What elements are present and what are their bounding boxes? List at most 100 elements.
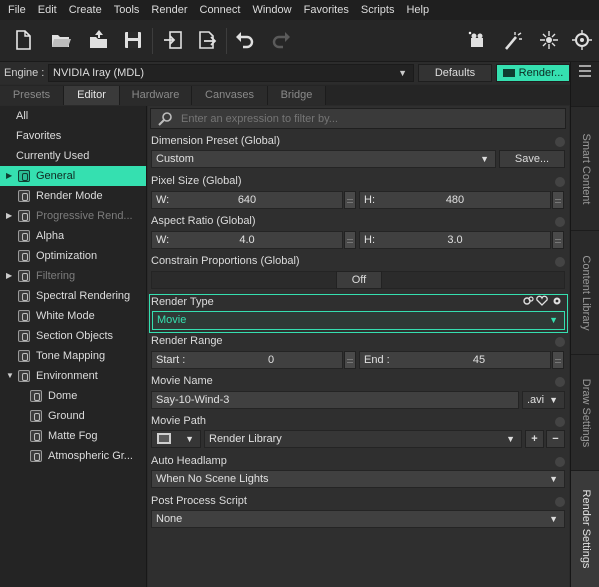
pixel-width-slider[interactable] bbox=[344, 191, 356, 209]
open-folder-icon[interactable] bbox=[48, 27, 74, 53]
constrain-toggle-button[interactable]: Off bbox=[336, 271, 382, 289]
auto-headlamp-select[interactable]: When No Scene Lights ▼ bbox=[151, 470, 565, 488]
range-end-slider[interactable] bbox=[552, 351, 564, 369]
list-item-ground[interactable]: Ground bbox=[0, 406, 146, 426]
group-icon bbox=[18, 310, 30, 322]
undo-icon[interactable] bbox=[232, 27, 258, 53]
movie-name-input[interactable]: Say-10-Wind-3 bbox=[151, 391, 519, 409]
list-item-section-objects[interactable]: Section Objects bbox=[0, 326, 146, 346]
menu-render[interactable]: Render bbox=[147, 4, 191, 16]
post-process-label: Post Process Script bbox=[151, 495, 247, 507]
render-button[interactable]: Render... bbox=[496, 64, 570, 82]
render-camera-icon bbox=[502, 69, 515, 77]
list-item-tone-mapping[interactable]: Tone Mapping bbox=[0, 346, 146, 366]
list-item-optimization[interactable]: Optimization bbox=[0, 246, 146, 266]
merge-folder-icon[interactable] bbox=[86, 27, 112, 53]
list-item-render-mode[interactable]: Render Mode bbox=[0, 186, 146, 206]
add-path-button[interactable]: + bbox=[525, 430, 544, 448]
list-item-all[interactable]: All bbox=[0, 106, 146, 126]
path-browse-button[interactable]: ▼ bbox=[151, 430, 201, 448]
list-item-atmospheric-ground[interactable]: Atmospheric Gr... bbox=[0, 446, 146, 466]
menu-edit[interactable]: Edit bbox=[34, 4, 61, 16]
property-status-dot bbox=[555, 417, 565, 427]
pixel-height-slider[interactable] bbox=[552, 191, 564, 209]
pixel-size-label: Pixel Size (Global) bbox=[151, 175, 242, 187]
menu-file[interactable]: File bbox=[4, 4, 30, 16]
engine-row: Engine : NVIDIA Iray (MDL) ▼ Defaults Re… bbox=[0, 62, 574, 84]
menu-favorites[interactable]: Favorites bbox=[300, 4, 353, 16]
tab-presets[interactable]: Presets bbox=[0, 86, 64, 105]
render-type-select[interactable]: Movie ▼ bbox=[152, 311, 565, 330]
aspect-width-slider[interactable] bbox=[344, 231, 356, 249]
tab-smart-content[interactable]: Smart Content bbox=[571, 106, 599, 230]
defaults-button[interactable]: Defaults bbox=[418, 64, 492, 82]
menu-scripts[interactable]: Scripts bbox=[357, 4, 399, 16]
list-item-matte-fog[interactable]: Matte Fog bbox=[0, 426, 146, 446]
tab-hardware[interactable]: Hardware bbox=[120, 86, 192, 105]
list-item-spectral-rendering[interactable]: Spectral Rendering bbox=[0, 286, 146, 306]
movie-path-select[interactable]: Render Library ▼ bbox=[204, 430, 522, 448]
aspect-height-slider[interactable] bbox=[552, 231, 564, 249]
image-folder-icon bbox=[157, 433, 171, 444]
list-item-filtering[interactable]: ▶ Filtering bbox=[0, 266, 146, 286]
point-light-icon[interactable] bbox=[536, 27, 562, 53]
search-input[interactable] bbox=[181, 111, 561, 127]
collapse-arrow-icon[interactable]: ▼ bbox=[6, 366, 14, 386]
list-item-white-mode[interactable]: White Mode bbox=[0, 306, 146, 326]
list-item-favorites[interactable]: Favorites bbox=[0, 126, 146, 146]
list-item-alpha[interactable]: Alpha bbox=[0, 226, 146, 246]
save-icon[interactable] bbox=[120, 27, 146, 53]
tab-render-settings[interactable]: Render Settings bbox=[571, 470, 599, 587]
range-start-slider[interactable] bbox=[344, 351, 356, 369]
distant-light-icon[interactable] bbox=[568, 27, 596, 53]
filter-search bbox=[150, 108, 566, 129]
property-status-dot bbox=[555, 137, 565, 147]
list-item-progressive-rendering[interactable]: ▶ Progressive Rend... bbox=[0, 206, 146, 226]
tab-bridge[interactable]: Bridge bbox=[268, 86, 326, 105]
redo-icon[interactable] bbox=[268, 27, 294, 53]
chevron-down-icon: ▼ bbox=[185, 434, 194, 444]
camera-sparkle-icon[interactable] bbox=[464, 27, 490, 53]
expand-arrow-icon[interactable]: ▶ bbox=[6, 206, 12, 226]
group-icon bbox=[30, 430, 42, 442]
list-item-currently-used[interactable]: Currently Used bbox=[0, 146, 146, 166]
range-start-field[interactable]: Start : 0 bbox=[151, 351, 343, 369]
movie-extension-select[interactable]: .avi ▼ bbox=[522, 391, 565, 409]
pane-menu-icon[interactable] bbox=[577, 64, 593, 78]
group-icon bbox=[18, 330, 30, 342]
menu-tools[interactable]: Tools bbox=[110, 4, 144, 16]
group-icon bbox=[18, 270, 30, 282]
range-end-field[interactable]: End : 45 bbox=[359, 351, 551, 369]
post-process-select[interactable]: None ▼ bbox=[151, 510, 565, 528]
menu-create[interactable]: Create bbox=[65, 4, 106, 16]
new-file-icon[interactable] bbox=[10, 27, 36, 53]
aspect-width-field[interactable]: W: 4.0 bbox=[151, 231, 343, 249]
list-item-general[interactable]: ▶ General bbox=[0, 166, 146, 186]
pixel-height-field[interactable]: H: 480 bbox=[359, 191, 551, 209]
property-status-dot bbox=[555, 377, 565, 387]
list-item-environment[interactable]: ▼ Environment bbox=[0, 366, 146, 386]
chevron-down-icon: ▼ bbox=[549, 315, 558, 325]
pixel-width-field[interactable]: W: 640 bbox=[151, 191, 343, 209]
tab-draw-settings[interactable]: Draw Settings bbox=[571, 354, 599, 470]
engine-label: Engine : bbox=[4, 67, 45, 79]
spotlight-icon[interactable] bbox=[500, 27, 526, 53]
engine-select[interactable]: NVIDIA Iray (MDL) ▼ bbox=[48, 64, 414, 82]
list-item-dome[interactable]: Dome bbox=[0, 386, 146, 406]
menu-connect[interactable]: Connect bbox=[196, 4, 245, 16]
expand-arrow-icon[interactable]: ▶ bbox=[6, 266, 12, 286]
property-status-dot bbox=[555, 177, 565, 187]
dimension-preset-select[interactable]: Custom ▼ bbox=[151, 150, 496, 168]
menu-window[interactable]: Window bbox=[248, 4, 295, 16]
menu-help[interactable]: Help bbox=[402, 4, 433, 16]
remove-path-button[interactable]: − bbox=[546, 430, 565, 448]
expand-arrow-icon[interactable]: ▶ bbox=[6, 166, 12, 186]
aspect-height-field[interactable]: H: 3.0 bbox=[359, 231, 551, 249]
save-preset-button[interactable]: Save... bbox=[499, 150, 565, 168]
tab-canvases[interactable]: Canvases bbox=[192, 86, 268, 105]
export-icon[interactable] bbox=[194, 27, 220, 53]
tab-editor[interactable]: Editor bbox=[64, 86, 120, 105]
import-icon[interactable] bbox=[160, 27, 186, 53]
tab-content-library[interactable]: Content Library bbox=[571, 230, 599, 354]
group-icon bbox=[30, 410, 42, 422]
